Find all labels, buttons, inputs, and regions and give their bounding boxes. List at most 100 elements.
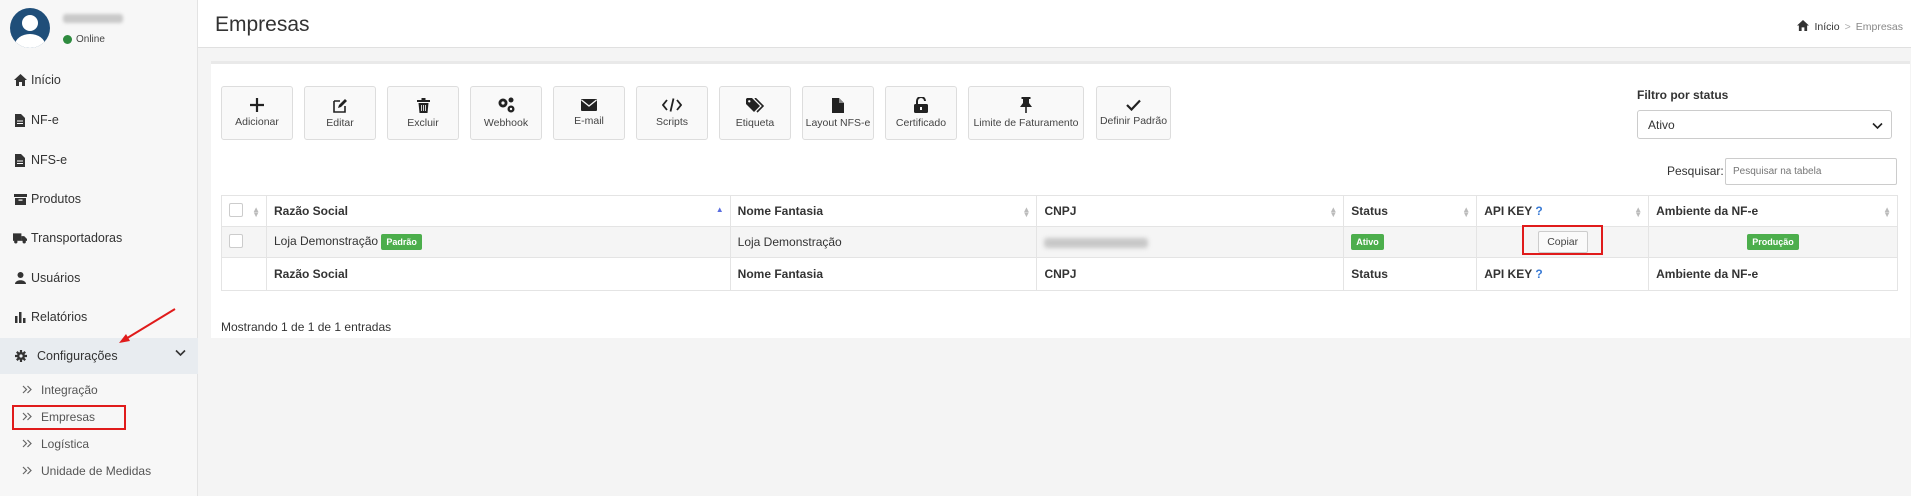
delete-button[interactable]: Excluir	[387, 86, 459, 140]
email-button[interactable]: E-mail	[553, 86, 625, 140]
certificado-button-label: Certificado	[895, 117, 947, 129]
companies-card: Adicionar Editar Excluir Webhook E-mail …	[211, 61, 1910, 338]
cell-nome-fantasia: Loja Demonstração	[729, 226, 1038, 258]
etiqueta-button[interactable]: Etiqueta	[719, 86, 791, 140]
column-header-cnpj[interactable]: CNPJ ▲ ▼	[1036, 195, 1345, 227]
limite-faturamento-button[interactable]: Limite de Faturamento	[968, 86, 1084, 140]
sidebar-item-transportadoras[interactable]: Transportadoras	[0, 223, 198, 253]
column-header-status[interactable]: Status ▲ ▼	[1343, 195, 1478, 227]
tags-icon	[746, 97, 764, 113]
sidebar: Online Início NF-e NFS-e Produtos Transp…	[0, 0, 198, 496]
webhook-button[interactable]: Webhook	[470, 86, 542, 140]
submenu-item-logistica[interactable]: Logística	[22, 433, 89, 455]
breadcrumb: Início > Empresas	[1797, 20, 1903, 34]
sidebar-item-nfse[interactable]: NFS-e	[0, 145, 198, 175]
help-icon[interactable]: ?	[1535, 204, 1542, 218]
sort-icon: ▲ ▼	[1329, 205, 1338, 219]
submenu-item-label: Unidade de Medidas	[41, 464, 152, 478]
sidebar-item-usuarios[interactable]: Usuários	[0, 263, 198, 293]
chevron-down-icon	[175, 346, 186, 360]
submenu-item-label: Integração	[41, 383, 98, 397]
avatar	[10, 8, 50, 48]
annotation-arrow-icon	[119, 308, 176, 343]
sidebar-item-label: Início	[31, 73, 61, 87]
search-input[interactable]	[1725, 158, 1897, 185]
footer-cnpj: CNPJ	[1036, 257, 1345, 291]
certificado-button[interactable]: Certificado	[885, 86, 957, 140]
edit-button[interactable]: Editar	[304, 86, 376, 140]
column-label: Status	[1351, 204, 1388, 218]
sidebar-item-label: Produtos	[31, 192, 82, 206]
row-checkbox[interactable]	[229, 233, 243, 248]
sidebar-item-inicio[interactable]: Início	[0, 65, 198, 95]
unlock-icon	[914, 97, 928, 113]
highlight-box-copiar	[1522, 225, 1604, 255]
scripts-button-label: Scripts	[655, 116, 689, 128]
submenu-item-unidade-de-medidas[interactable]: Unidade de Medidas	[22, 460, 151, 482]
submenu-item-integracao[interactable]: Integração	[22, 379, 98, 401]
sort-icon: ▲ ▼	[1022, 205, 1031, 219]
column-label: API KEY	[1484, 204, 1533, 218]
row-select-cell[interactable]	[221, 226, 267, 258]
double-chevron-right-icon	[22, 437, 33, 451]
sort-icon: ▲ ▼	[1634, 205, 1643, 219]
sidebar-item-label: Usuários	[31, 271, 81, 285]
limite-faturamento-button-label: Limite de Faturamento	[973, 117, 1079, 129]
footer-razao-social: Razão Social	[265, 257, 731, 291]
select-all-checkbox[interactable]	[229, 202, 243, 217]
envelope-icon	[581, 99, 597, 111]
search-label: Pesquisar:	[1667, 164, 1724, 178]
breadcrumb-home-link[interactable]: Início	[1814, 21, 1839, 33]
status-filter-select[interactable]: Ativo	[1637, 110, 1892, 139]
sidebar-item-nfe[interactable]: NF-e	[0, 105, 198, 135]
footer-status: Status	[1343, 257, 1478, 291]
table-header-row: ▲ ▼ Razão Social ▲ ▼ Nome Fantasia ▲ ▼ CNPJ ▲ ▼…	[221, 195, 1898, 227]
table-row[interactable]: Loja Demonstração Padrão Loja Demonstraç…	[221, 225, 1898, 258]
email-button-label: E-mail	[574, 115, 604, 127]
cogs-icon	[498, 97, 515, 113]
gear-icon	[14, 349, 28, 363]
status-badge: Ativo	[1351, 234, 1384, 250]
layout-nfse-button[interactable]: Layout NFS-e	[802, 86, 874, 140]
double-chevron-right-icon	[22, 464, 33, 478]
footer-ambiente: Ambiente da NF-e	[1648, 257, 1898, 291]
edit-button-label: Editar	[326, 116, 354, 129]
cell-status: Ativo	[1343, 226, 1478, 258]
chevron-down-icon	[1872, 119, 1883, 133]
webhook-button-label: Webhook	[483, 117, 529, 129]
trash-icon	[416, 97, 430, 113]
column-label: API KEY	[1484, 267, 1533, 281]
breadcrumb-separator: >	[1844, 21, 1851, 33]
definir-padrao-button-label: Definir Padrão	[1099, 115, 1168, 127]
delete-button-label: Excluir	[407, 116, 439, 129]
sort-icon: ▲ ▼	[252, 205, 260, 219]
home-icon	[13, 73, 27, 87]
document-icon	[832, 97, 844, 113]
select-all-header[interactable]: ▲ ▼	[221, 195, 267, 227]
definir-padrao-button[interactable]: Definir Padrão	[1096, 86, 1171, 140]
submenu-item-label: Logística	[41, 437, 90, 451]
column-label: Razão Social	[273, 204, 349, 218]
layout-nfse-button-label: Layout NFS-e	[805, 116, 871, 129]
sidebar-item-produtos[interactable]: Produtos	[0, 184, 198, 214]
sidebar-item-label: Transportadoras	[31, 231, 123, 245]
page-title: Empresas	[215, 13, 310, 36]
code-icon	[662, 98, 682, 112]
help-icon[interactable]: ?	[1535, 267, 1542, 281]
column-label: CNPJ	[1044, 204, 1077, 218]
check-icon	[1126, 99, 1141, 111]
footer-select-cell	[221, 257, 267, 291]
sidebar-item-label: NF-e	[31, 113, 59, 127]
table-footer-row: Razão Social Nome Fantasia CNPJ Status A…	[221, 257, 1898, 291]
column-header-nome-fantasia[interactable]: Nome Fantasia ▲ ▼	[729, 195, 1038, 227]
column-header-razao-social[interactable]: Razão Social ▲ ▼	[265, 195, 731, 227]
filter-status-label: Filtro por status	[1637, 88, 1729, 102]
scripts-button[interactable]: Scripts	[636, 86, 708, 140]
column-header-ambiente[interactable]: Ambiente da NF-e ▲ ▼	[1648, 195, 1898, 227]
column-header-api-key[interactable]: API KEY ? ▲ ▼	[1476, 195, 1650, 227]
cnpj-redacted	[1044, 237, 1149, 248]
add-button[interactable]: Adicionar	[221, 86, 293, 140]
add-button-label: Adicionar	[235, 116, 279, 128]
user-status: Online	[63, 34, 105, 45]
sort-asc-icon: ▲ ▼	[715, 205, 724, 219]
